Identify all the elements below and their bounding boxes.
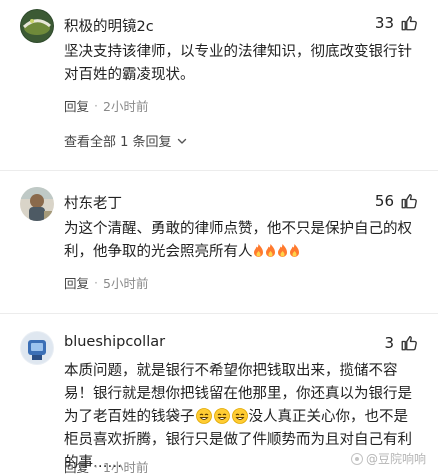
view-all-replies-link[interactable]: 查看全部 1 条回复 [64,131,188,150]
username[interactable]: 村东老丁 [64,192,122,213]
username[interactable]: blueshipcollar [64,334,165,350]
fire-emoji-icon [277,244,287,257]
like-control[interactable]: 33 [375,14,418,32]
view-all-replies-label: 查看全部 1 条回复 [64,135,172,150]
watermark: @豆院响响 [350,450,426,467]
thumbs-up-icon[interactable] [400,192,418,210]
smiling-face-emoji-icon [213,408,230,424]
comment-meta: 回复 · 2小时前 [64,96,148,115]
comment-text: 坚决支持该律师，以专业的法律知识，彻底改变银行针对百姓的霸凌现状。 [64,44,412,83]
thumbs-up-icon[interactable] [400,14,418,32]
comment-meta: 回复 · 1小时前 [64,457,148,475]
like-control[interactable]: 56 [375,192,418,210]
avatar[interactable] [20,331,54,365]
thumbs-up-icon[interactable] [400,334,418,352]
timestamp: 5小时前 [103,276,149,291]
chevron-down-icon [177,138,186,144]
username[interactable]: 积极的明镜2c [64,15,154,36]
comment-divider [0,313,438,314]
avatar-image-icon [20,9,54,43]
comment-text-content: 为这个清醒、勇敢的律师点赞，他不只是保护自己的权利，他争取的光会照亮所有人 [64,221,412,260]
fire-emoji-group [253,244,301,260]
like-control[interactable]: 3 [384,334,418,352]
smiling-face-emoji-icon [195,408,212,424]
comment-divider [0,170,438,171]
avatar-image-icon [20,331,54,365]
platform-logo-icon [350,452,363,465]
avatar[interactable] [20,187,54,221]
reply-button[interactable]: 回复 [64,96,89,115]
reply-button[interactable]: 回复 [64,457,89,475]
like-count: 56 [374,192,394,210]
avatar-image-icon [20,187,54,221]
reply-button[interactable]: 回复 [64,273,89,292]
smiling-face-emoji-icon [231,408,248,424]
like-count: 33 [374,14,394,32]
meta-separator: · [94,98,98,113]
fire-emoji-icon [253,244,263,257]
watermark-text: @豆院响响 [365,452,426,466]
timestamp: 2小时前 [103,99,149,114]
like-count: 3 [384,334,394,352]
fire-emoji-icon [265,244,275,257]
timestamp: 1小时前 [103,460,149,475]
comment-text: 为这个清醒、勇敢的律师点赞，他不只是保护自己的权利，他争取的光会照亮所有人 [64,218,420,264]
avatar[interactable] [20,9,54,43]
meta-separator: · [94,275,98,290]
fire-emoji-icon [289,244,299,257]
smiling-face-emoji-group [195,408,249,425]
meta-separator: · [94,459,98,474]
comment-meta: 回复 · 5小时前 [64,273,148,292]
